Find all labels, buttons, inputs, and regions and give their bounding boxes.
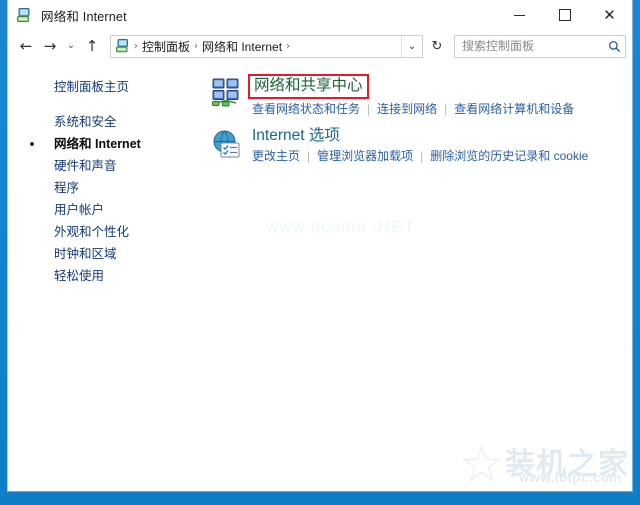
sidebar-item-hardware-sound[interactable]: 硬件和声音 <box>8 155 194 177</box>
network-internet-icon <box>16 7 33 24</box>
address-bar[interactable]: › 控制面板 › 网络和 Internet › ⌄ <box>110 34 423 58</box>
category-body: 网络和共享中心 查看网络状态和任务 | 连接到网络 | 查看网络计算机和设备 <box>248 74 574 117</box>
search-box[interactable] <box>454 34 626 58</box>
category-internet-options: Internet 选项 更改主页 | 管理浏览器加载项 | 删除浏览的历史记录和 coo… <box>194 126 632 164</box>
refresh-button[interactable]: ↻ <box>425 35 449 58</box>
category-title-network-sharing-center[interactable]: 网络和共享中心 <box>254 76 363 96</box>
link-delete-browsing-history[interactable]: 删除浏览的历史记录和 cookie <box>430 149 588 163</box>
category-links-network-sharing-center: 查看网络状态和任务 | 连接到网络 | 查看网络计算机和设备 <box>252 102 574 117</box>
category-links-internet-options: 更改主页 | 管理浏览器加载项 | 删除浏览的历史记录和 cookie <box>252 149 588 164</box>
sidebar-item-user-accounts[interactable]: 用户帐户 <box>8 199 194 221</box>
window-outer-frame: 网络和 Internet ✕ ← → ⌄ ↑ › 控制面板 › 网络和 Inte… <box>0 0 640 505</box>
sidebar-navigation: 控制面板主页 系统和安全 网络和 Internet 硬件和声音 程序 用户帐户 … <box>8 62 194 491</box>
navigation-bar: ← → ⌄ ↑ › 控制面板 › 网络和 Internet › ⌄ ↻ <box>8 30 632 62</box>
maximize-icon <box>558 9 571 21</box>
address-dropdown-chevron-icon[interactable]: ⌄ <box>401 35 422 57</box>
sidebar-item-ease-of-access[interactable]: 轻松使用 <box>8 265 194 287</box>
link-view-network-computers[interactable]: 查看网络计算机和设备 <box>454 102 574 116</box>
sidebar-item-appearance-personalization[interactable]: 外观和个性化 <box>8 221 194 243</box>
main-panel: 网络和共享中心 查看网络状态和任务 | 连接到网络 | 查看网络计算机和设备 I… <box>194 62 632 491</box>
window-title: 网络和 Internet <box>41 9 127 24</box>
link-manage-browser-addons[interactable]: 管理浏览器加载项 <box>317 149 413 163</box>
category-body: Internet 选项 更改主页 | 管理浏览器加载项 | 删除浏览的历史记录和 coo… <box>252 126 588 164</box>
search-icon[interactable] <box>603 40 625 53</box>
category-title-internet-options[interactable]: Internet 选项 <box>252 126 340 146</box>
close-icon: ✕ <box>603 5 616 24</box>
sidebar-item-programs[interactable]: 程序 <box>8 177 194 199</box>
link-separator: | <box>420 149 424 163</box>
forward-button[interactable]: → <box>38 34 62 58</box>
search-input[interactable] <box>455 39 603 53</box>
center-watermark: www.pc6ma .NET <box>266 217 416 236</box>
sidebar-item-clock-region[interactable]: 时钟和区域 <box>8 243 194 265</box>
sidebar-item-network-internet[interactable]: 网络和 Internet <box>8 133 194 155</box>
minimize-button[interactable] <box>497 0 542 30</box>
link-connect-to-network[interactable]: 连接到网络 <box>377 102 437 116</box>
up-button[interactable]: ↑ <box>80 34 104 58</box>
link-separator: | <box>444 102 448 116</box>
breadcrumb-item-network-internet[interactable]: 网络和 Internet <box>199 38 285 55</box>
internet-options-icon <box>210 128 242 160</box>
category-title-wrap-internet-options: Internet 选项 <box>252 127 340 144</box>
category-network-sharing-center: 网络和共享中心 查看网络状态和任务 | 连接到网络 | 查看网络计算机和设备 <box>194 74 632 117</box>
maximize-button[interactable] <box>542 0 587 30</box>
breadcrumb-item-control-panel[interactable]: 控制面板 <box>139 38 193 55</box>
link-separator: | <box>307 149 311 163</box>
back-button[interactable]: ← <box>14 34 38 58</box>
title-bar: 网络和 Internet ✕ <box>8 0 632 30</box>
window-controls: ✕ <box>497 0 632 30</box>
highlight-box-network-sharing-center: 网络和共享中心 <box>248 74 369 99</box>
content-area: 控制面板主页 系统和安全 网络和 Internet 硬件和声音 程序 用户帐户 … <box>8 62 632 491</box>
minimize-icon <box>514 14 525 16</box>
link-separator: | <box>367 102 371 116</box>
recent-locations-button[interactable]: ⌄ <box>62 34 80 58</box>
breadcrumb-separator-2: › <box>286 40 291 52</box>
breadcrumb-control-panel-icon <box>115 38 131 54</box>
control-panel-window: 网络和 Internet ✕ ← → ⌄ ↑ › 控制面板 › 网络和 Inte… <box>7 0 633 492</box>
network-sharing-center-icon <box>210 76 242 108</box>
link-view-network-status[interactable]: 查看网络状态和任务 <box>252 102 360 116</box>
link-change-homepage[interactable]: 更改主页 <box>252 149 300 163</box>
close-button[interactable]: ✕ <box>587 0 632 30</box>
sidebar-item-system-security[interactable]: 系统和安全 <box>8 111 194 133</box>
sidebar-item-control-panel-home[interactable]: 控制面板主页 <box>8 76 194 98</box>
